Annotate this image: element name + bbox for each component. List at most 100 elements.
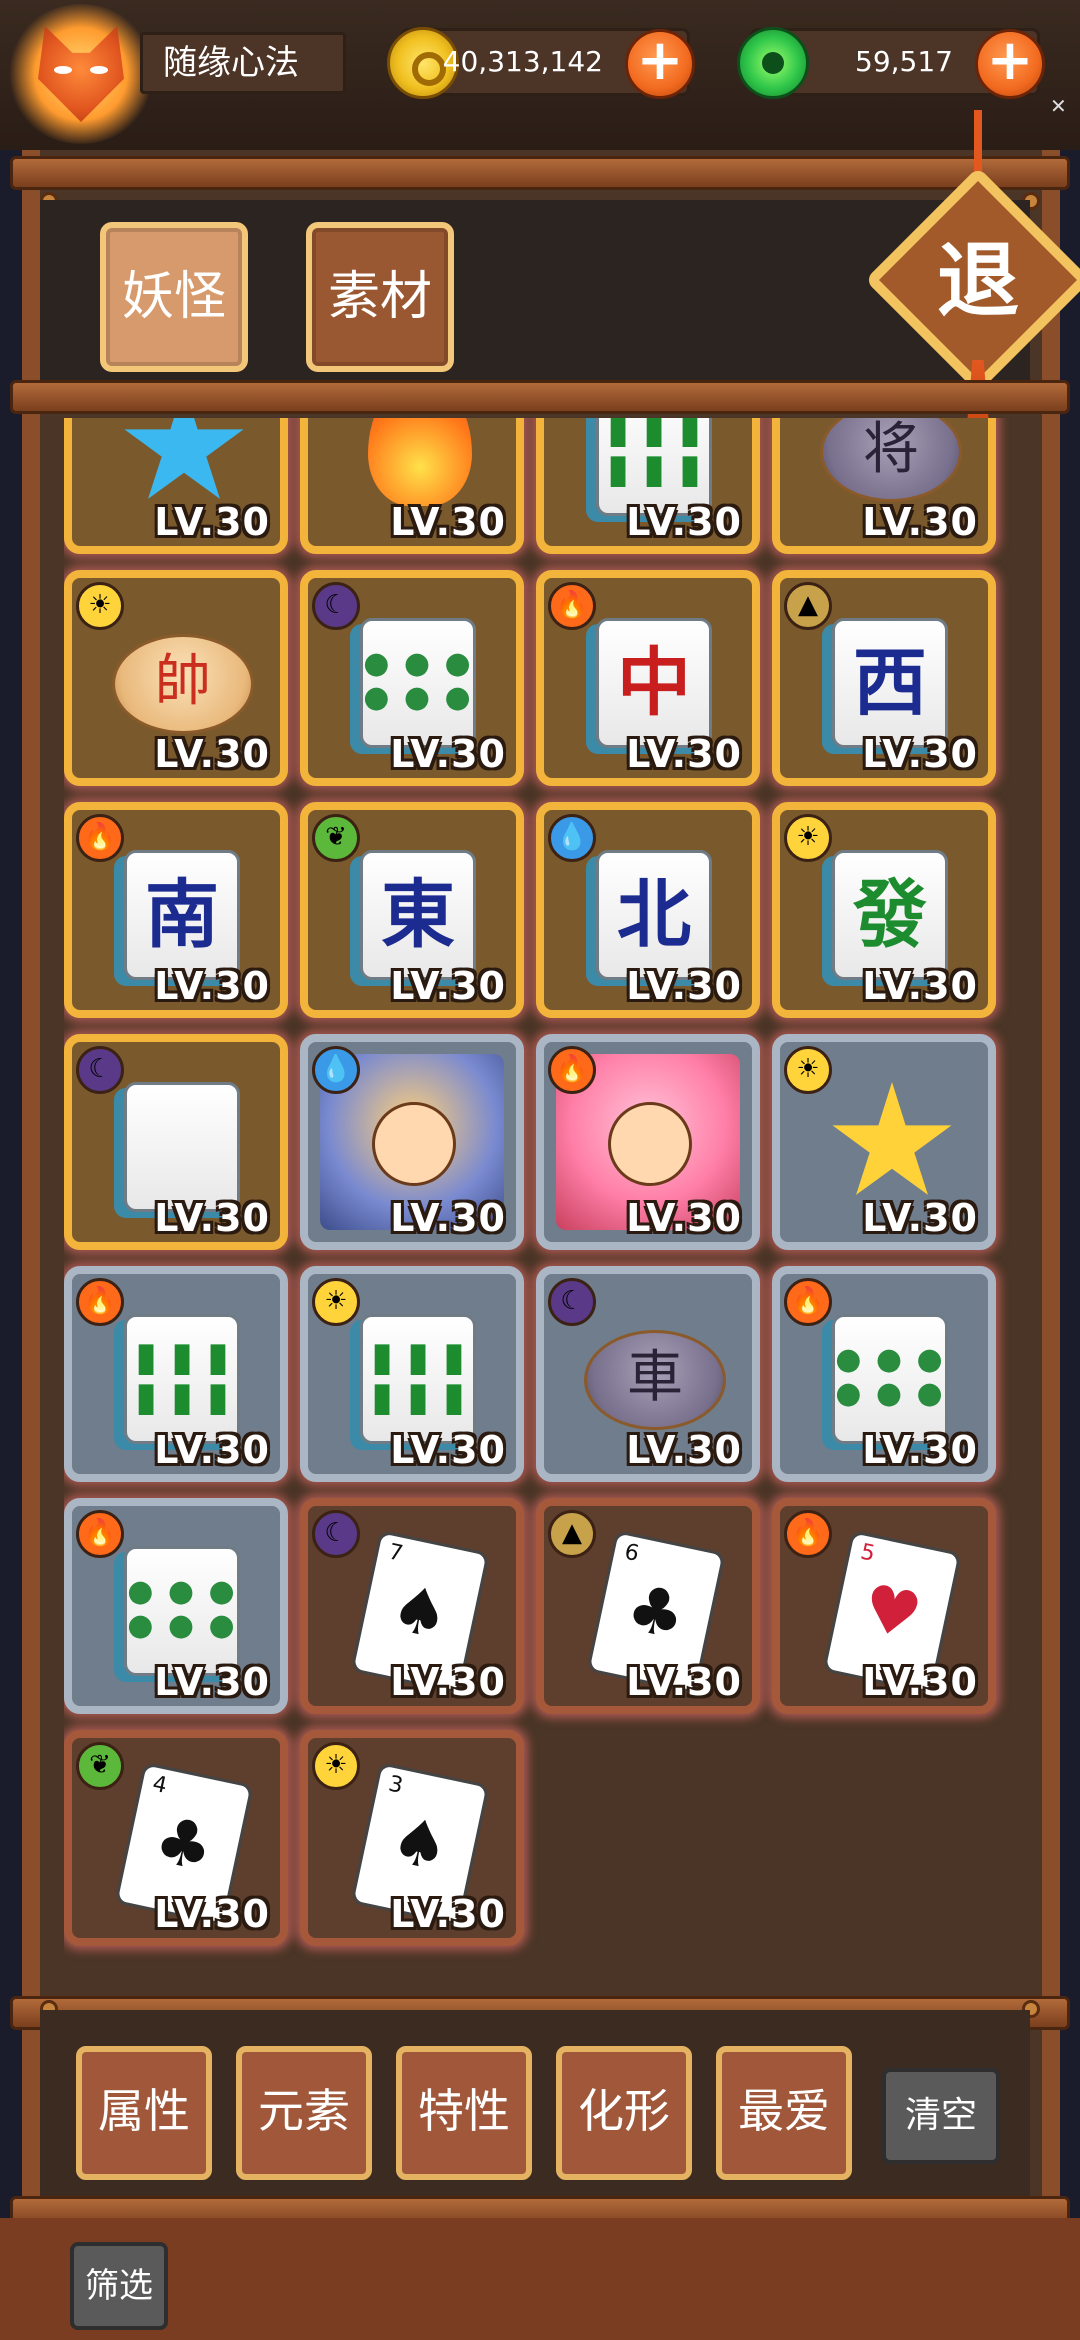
sun-element-icon: ☀ (312, 1742, 360, 1790)
level-label: LV.30 (862, 732, 978, 776)
monster-card[interactable]: 發 ☀ LV.30 (772, 802, 996, 1018)
chess-piece-icon: 帥 (112, 634, 254, 734)
monster-card[interactable]: 4 ♣ ❦ LV.30 (64, 1730, 288, 1946)
level-label: LV.30 (626, 1660, 742, 1704)
earth-element-icon: ▲ (784, 582, 832, 630)
filter-favorite-button[interactable]: 最爱 (716, 2046, 852, 2180)
player-avatar[interactable] (6, 4, 156, 144)
level-label: LV.30 (154, 732, 270, 776)
fire-element-icon: 🔥 (784, 1510, 832, 1558)
monster-grid[interactable]: LV.30 LV.30 ▮ ▮ ▮ ▮ ▮ ▮ LV.30 将 LV.30 帥 ☀ LV.30 ●… (64, 418, 1024, 1992)
level-label: LV.30 (154, 964, 270, 1008)
card-rank: 5 (858, 1539, 878, 1567)
level-label: LV.30 (626, 500, 742, 544)
player-name: 随缘心法 (140, 32, 346, 94)
monster-card[interactable]: 中 🔥 LV.30 (536, 570, 760, 786)
filter-transform-button[interactable]: 化形 (556, 2046, 692, 2180)
level-label: LV.30 (154, 500, 270, 544)
monster-card[interactable]: 東 ❦ LV.30 (300, 802, 524, 1018)
earth-element-icon: ▲ (548, 1510, 596, 1558)
gold-amount: 40,313,142 (442, 45, 603, 78)
jade-amount: 59,517 (855, 45, 953, 78)
add-gold-button[interactable]: + (625, 29, 695, 99)
level-label: LV.30 (626, 1196, 742, 1240)
mahjong-tile-icon: 北 (596, 850, 712, 980)
filter-trait-button[interactable]: 特性 (396, 2046, 532, 2180)
card-rank: 7 (386, 1539, 406, 1567)
monster-card[interactable]: 将 LV.30 (772, 418, 996, 554)
monster-card[interactable]: 西 ▲ LV.30 (772, 570, 996, 786)
monster-card[interactable]: ● ● ● ● ● ● 🔥 LV.30 (772, 1266, 996, 1482)
fire-element-icon: 🔥 (548, 582, 596, 630)
level-label: LV.30 (154, 1428, 270, 1472)
moon-element-icon: ☾ (312, 1510, 360, 1558)
exit-label[interactable]: 退 (898, 222, 1058, 342)
star-spirit-icon (124, 418, 244, 499)
corner-close-icon[interactable]: ✕ (1050, 94, 1072, 118)
mahjong-tile-icon: 發 (832, 850, 948, 980)
add-jade-button[interactable]: + (975, 29, 1045, 99)
monster-card[interactable]: ● ● ● ● ● ● ☾ LV.30 (300, 570, 524, 786)
level-label: LV.30 (154, 1196, 270, 1240)
monster-card[interactable]: 帥 ☀ LV.30 (64, 570, 288, 786)
mahjong-tile-icon: ● ● ● ● ● ● (124, 1546, 240, 1676)
mahjong-tile-icon (124, 1082, 240, 1212)
monster-card[interactable]: ▮ ▮ ▮ ▮ ▮ ▮ LV.30 (536, 418, 760, 554)
filter-element-button[interactable]: 元素 (236, 2046, 372, 2180)
level-label: LV.30 (154, 1660, 270, 1704)
mahjong-tile-icon: ● ● ● ● ● ● (832, 1314, 948, 1444)
monster-card[interactable]: 北 💧 LV.30 (536, 802, 760, 1018)
tab-monsters[interactable]: 妖怪 (100, 222, 248, 372)
moon-element-icon: ☾ (548, 1278, 596, 1326)
hero-face (372, 1102, 456, 1186)
monster-card[interactable]: 7 ♠ ☾ LV.30 (300, 1498, 524, 1714)
level-label: LV.30 (862, 964, 978, 1008)
sun-element-icon: ☀ (312, 1278, 360, 1326)
monster-card[interactable]: 💧 LV.30 (300, 1034, 524, 1250)
mahjong-tile-icon: 東 (360, 850, 476, 980)
fox-eyes (54, 66, 108, 76)
fire-element-icon: 🔥 (784, 1278, 832, 1326)
monster-card[interactable]: ▮ ▮ ▮ ▮ ▮ ▮ ☀ LV.30 (300, 1266, 524, 1482)
water-element-icon: 💧 (312, 1046, 360, 1094)
monster-card[interactable]: 5 ♥ 🔥 LV.30 (772, 1498, 996, 1714)
level-label: LV.30 (862, 1428, 978, 1472)
chess-piece-icon: 車 (584, 1330, 726, 1430)
top-beam (10, 156, 1070, 190)
mahjong-tile-icon: ▮ ▮ ▮ ▮ ▮ ▮ (360, 1314, 476, 1444)
leaf-element-icon: ❦ (312, 814, 360, 862)
monster-card[interactable]: ● ● ● ● ● ● 🔥 LV.30 (64, 1498, 288, 1714)
monster-card[interactable]: ☾ LV.30 (64, 1034, 288, 1250)
jade-counter: 59,517 + (737, 27, 1045, 99)
mahjong-tile-icon: ▮ ▮ ▮ ▮ ▮ ▮ (124, 1314, 240, 1444)
moon-element-icon: ☾ (76, 1046, 124, 1094)
monster-card[interactable]: LV.30 (300, 418, 524, 554)
fire-element-icon: 🔥 (76, 814, 124, 862)
fire-element-icon: 🔥 (76, 1510, 124, 1558)
monster-card[interactable]: ▮ ▮ ▮ ▮ ▮ ▮ 🔥 LV.30 (64, 1266, 288, 1482)
level-label: LV.30 (626, 732, 742, 776)
grid-top-beam (10, 380, 1070, 414)
mahjong-tile-icon: ● ● ● ● ● ● (360, 618, 476, 748)
tab-materials[interactable]: 素材 (306, 222, 454, 372)
level-label: LV.30 (390, 1196, 506, 1240)
mahjong-tile-icon: 中 (596, 618, 712, 748)
monster-card[interactable]: 車 ☾ LV.30 (536, 1266, 760, 1482)
monster-card[interactable]: 6 ♣ ▲ LV.30 (536, 1498, 760, 1714)
monster-card[interactable]: 🔥 LV.30 (536, 1034, 760, 1250)
monster-card[interactable]: 南 🔥 LV.30 (64, 802, 288, 1018)
screen-button[interactable]: 筛选 (70, 2242, 168, 2330)
sun-element-icon: ☀ (784, 1046, 832, 1094)
star-spirit-icon (832, 1082, 952, 1195)
monster-card[interactable]: ☀ LV.30 (772, 1034, 996, 1250)
clear-button[interactable]: 清空 (882, 2068, 1000, 2164)
monster-card[interactable]: 3 ♠ ☀ LV.30 (300, 1730, 524, 1946)
card-rank: 3 (386, 1771, 406, 1799)
card-rank: 6 (622, 1539, 642, 1567)
filter-attribute-button[interactable]: 属性 (76, 2046, 212, 2180)
monster-card[interactable]: LV.30 (64, 418, 288, 554)
level-label: LV.30 (390, 500, 506, 544)
gold-counter: 40,313,142 + (387, 27, 695, 99)
mahjong-tile-icon: 南 (124, 850, 240, 980)
moon-element-icon: ☾ (312, 582, 360, 630)
